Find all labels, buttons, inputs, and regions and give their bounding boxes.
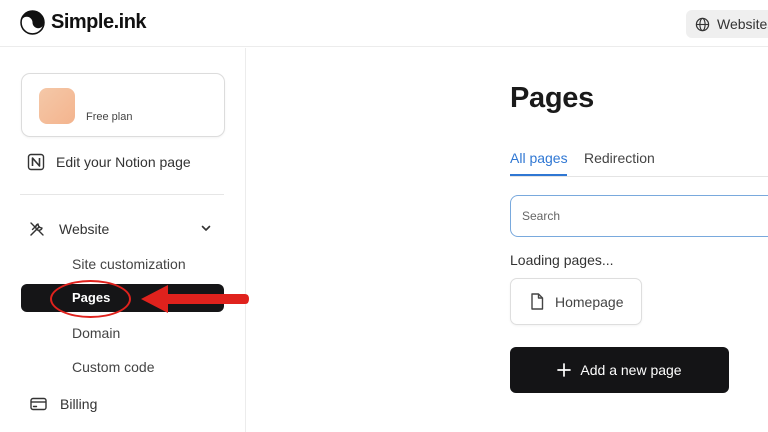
sidebar-item-site-customization[interactable]: Site customization: [72, 256, 186, 272]
page-item-label: Homepage: [555, 293, 624, 310]
sidebar-item-domain[interactable]: Domain: [72, 325, 120, 341]
plus-icon: [557, 363, 572, 377]
avatar: [39, 88, 75, 124]
top-bar: Simple.ink Websites: [0, 0, 768, 47]
websites-button[interactable]: Websites: [686, 10, 768, 38]
websites-label: Websites: [717, 16, 768, 32]
search-input[interactable]: [510, 195, 768, 237]
sidebar-item-billing-label: Billing: [60, 396, 98, 412]
tab-bar: All pages Redirection: [510, 149, 768, 177]
add-page-label: Add a new page: [580, 362, 682, 378]
tab-all-pages[interactable]: All pages: [510, 150, 568, 166]
sidebar-item-billing[interactable]: Billing: [30, 393, 97, 415]
plan-card[interactable]: Free plan: [21, 73, 225, 137]
sidebar-item-website[interactable]: Website: [28, 218, 218, 240]
tools-icon: [30, 222, 44, 236]
sidebar: Free plan Edit your Notion page Website …: [0, 48, 246, 432]
sidebar-item-pages-label: Pages: [72, 290, 111, 305]
edit-notion-link[interactable]: Edit your Notion page: [27, 151, 191, 173]
add-page-button[interactable]: Add a new page: [510, 347, 729, 393]
notion-icon: [27, 153, 45, 171]
plan-label: Free plan: [86, 111, 133, 123]
document-icon: [531, 293, 544, 310]
sidebar-divider: [20, 194, 224, 195]
credit-card-icon: [30, 397, 47, 411]
brand-logo[interactable]: Simple.ink: [20, 10, 147, 35]
globe-icon: [695, 17, 710, 31]
active-tab-indicator: [510, 174, 567, 176]
sidebar-item-website-label: Website: [59, 221, 110, 237]
sidebar-item-custom-code[interactable]: Custom code: [72, 359, 154, 375]
chevron-down-icon[interactable]: [200, 222, 212, 234]
loading-status: Loading pages...: [510, 252, 614, 268]
sidebar-item-pages[interactable]: Pages: [21, 284, 224, 312]
page-title: Pages: [510, 82, 594, 114]
main-content: Pages All pages Redirection Loading page…: [247, 48, 768, 432]
yin-yang-icon: [20, 10, 45, 35]
tab-redirection[interactable]: Redirection: [584, 150, 655, 166]
edit-notion-label: Edit your Notion page: [56, 154, 191, 170]
page-item-homepage[interactable]: Homepage: [510, 278, 642, 325]
brand-name: Simple.ink: [51, 11, 147, 33]
